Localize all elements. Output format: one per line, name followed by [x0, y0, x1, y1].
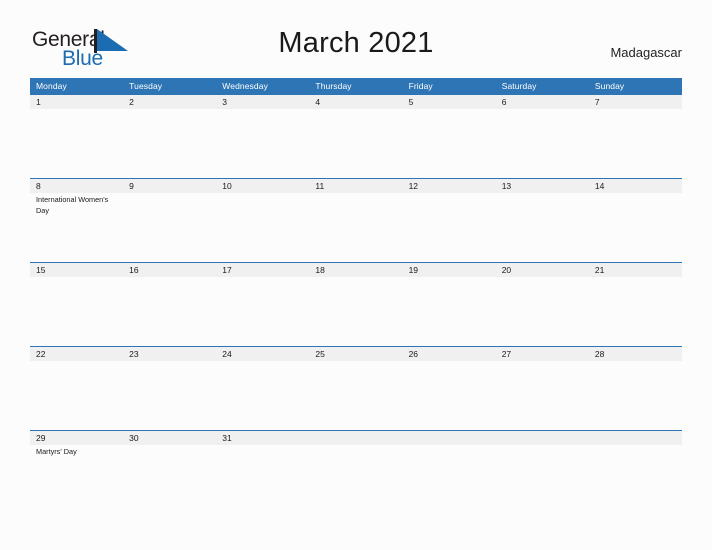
date-cell[interactable] — [495, 430, 589, 445]
date-cell[interactable]: 10 — [216, 178, 310, 193]
page-header: General Blue March 2021 Madagascar — [0, 0, 712, 78]
date-cell[interactable] — [402, 430, 496, 445]
day-cell[interactable] — [495, 109, 589, 179]
day-cell[interactable] — [588, 277, 682, 347]
date-cell[interactable]: 29 — [30, 430, 124, 445]
day-cell[interactable] — [588, 445, 682, 507]
day-cell[interactable] — [402, 361, 496, 431]
date-cell[interactable]: 19 — [402, 262, 496, 277]
week-2-date-row: 8 9 10 11 12 13 14 — [30, 178, 682, 193]
week-1-date-row: 1 2 3 4 5 6 7 — [30, 95, 682, 109]
date-cell[interactable]: 7 — [588, 95, 682, 109]
date-cell[interactable]: 18 — [309, 262, 403, 277]
weekday-header-sunday: Sunday — [588, 78, 682, 95]
weekday-header-thursday: Thursday — [309, 78, 403, 95]
day-cell[interactable] — [30, 361, 124, 431]
event-label: International Women's Day — [36, 195, 109, 215]
country-label: Madagascar — [610, 45, 682, 60]
week-4-body-row — [30, 361, 682, 431]
date-cell[interactable]: 16 — [123, 262, 217, 277]
day-cell[interactable] — [309, 193, 403, 263]
date-cell[interactable]: 22 — [30, 346, 124, 361]
date-cell[interactable]: 26 — [402, 346, 496, 361]
date-cell[interactable]: 30 — [123, 430, 217, 445]
date-cell[interactable]: 24 — [216, 346, 310, 361]
day-cell[interactable] — [123, 277, 217, 347]
day-cell[interactable] — [123, 109, 217, 179]
date-cell[interactable]: 6 — [495, 95, 589, 109]
day-cell[interactable] — [216, 361, 310, 431]
week-1-body-row — [30, 109, 682, 179]
weekday-header-wednesday: Wednesday — [216, 78, 310, 95]
week-4-date-row: 22 23 24 25 26 27 28 — [30, 346, 682, 361]
date-cell[interactable]: 25 — [309, 346, 403, 361]
date-cell[interactable]: 11 — [309, 178, 403, 193]
day-cell[interactable] — [495, 277, 589, 347]
day-cell[interactable] — [123, 445, 217, 507]
day-cell[interactable] — [402, 445, 496, 507]
date-cell[interactable]: 28 — [588, 346, 682, 361]
date-cell[interactable]: 12 — [402, 178, 496, 193]
day-cell[interactable] — [30, 109, 124, 179]
week-5-date-row: 29 30 31 — [30, 430, 682, 445]
date-cell[interactable]: 21 — [588, 262, 682, 277]
date-cell[interactable]: 14 — [588, 178, 682, 193]
day-cell[interactable] — [495, 193, 589, 263]
weekday-header-tuesday: Tuesday — [123, 78, 217, 95]
day-cell[interactable] — [309, 361, 403, 431]
day-cell[interactable] — [588, 193, 682, 263]
event-label: Martyrs' Day — [36, 447, 77, 456]
weekday-header-saturday: Saturday — [495, 78, 589, 95]
day-cell[interactable] — [216, 277, 310, 347]
date-cell[interactable]: 5 — [402, 95, 496, 109]
date-cell[interactable]: 15 — [30, 262, 124, 277]
day-cell[interactable] — [402, 193, 496, 263]
day-cell[interactable] — [30, 277, 124, 347]
date-cell[interactable]: 27 — [495, 346, 589, 361]
date-cell[interactable] — [309, 430, 403, 445]
calendar-table: Monday Tuesday Wednesday Thursday Friday… — [30, 78, 682, 507]
week-5-body-row: Martyrs' Day — [30, 445, 682, 507]
day-cell[interactable] — [588, 109, 682, 179]
date-cell[interactable]: 17 — [216, 262, 310, 277]
day-cell[interactable] — [588, 361, 682, 431]
day-cell[interactable] — [123, 193, 217, 263]
day-cell[interactable] — [216, 109, 310, 179]
week-3-date-row: 15 16 17 18 19 20 21 — [30, 262, 682, 277]
day-cell[interactable] — [402, 277, 496, 347]
date-cell[interactable]: 2 — [123, 95, 217, 109]
day-cell[interactable] — [495, 361, 589, 431]
date-cell[interactable]: 3 — [216, 95, 310, 109]
date-cell[interactable]: 9 — [123, 178, 217, 193]
date-cell[interactable]: 31 — [216, 430, 310, 445]
date-cell[interactable]: 4 — [309, 95, 403, 109]
date-cell[interactable]: 13 — [495, 178, 589, 193]
page-title: March 2021 — [278, 27, 434, 59]
day-cell[interactable]: Martyrs' Day — [30, 445, 124, 507]
day-cell[interactable]: International Women's Day — [30, 193, 124, 263]
day-cell[interactable] — [309, 109, 403, 179]
day-cell[interactable] — [123, 361, 217, 431]
day-cell[interactable] — [216, 445, 310, 507]
week-2-body-row: International Women's Day — [30, 193, 682, 263]
day-cell[interactable] — [495, 445, 589, 507]
weekday-header-friday: Friday — [402, 78, 496, 95]
day-cell[interactable] — [216, 193, 310, 263]
weekday-header-row: Monday Tuesday Wednesday Thursday Friday… — [30, 78, 682, 95]
date-cell[interactable]: 23 — [123, 346, 217, 361]
date-cell[interactable]: 1 — [30, 95, 124, 109]
day-cell[interactable] — [402, 109, 496, 179]
weekday-header-monday: Monday — [30, 78, 124, 95]
day-cell[interactable] — [309, 277, 403, 347]
date-cell[interactable]: 8 — [30, 178, 124, 193]
date-cell[interactable]: 20 — [495, 262, 589, 277]
week-3-body-row — [30, 277, 682, 347]
date-cell[interactable] — [588, 430, 682, 445]
day-cell[interactable] — [309, 445, 403, 507]
